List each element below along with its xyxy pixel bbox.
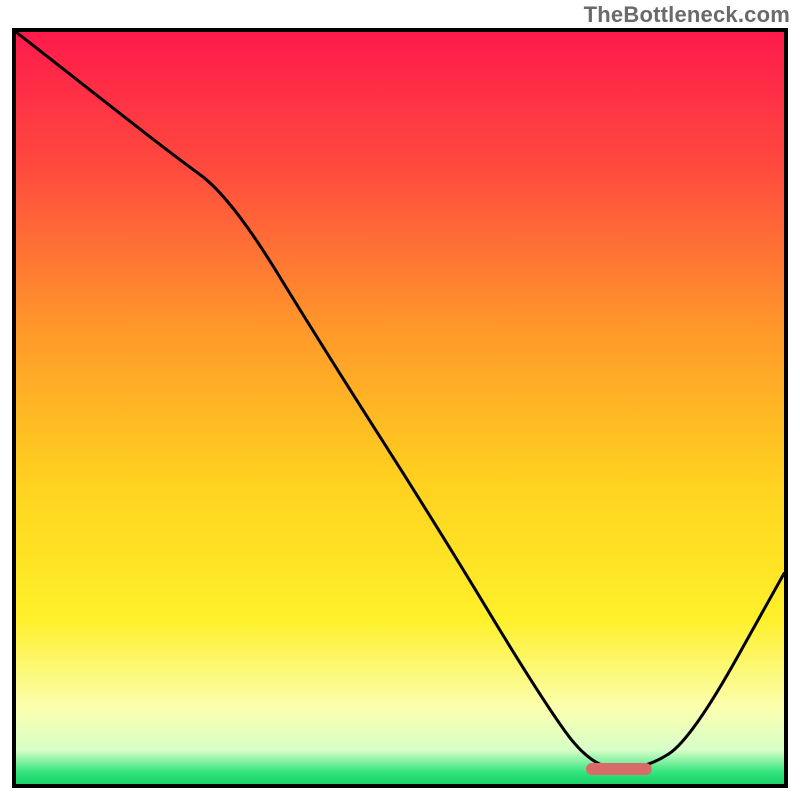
gradient-fill xyxy=(16,32,784,784)
attribution-text: TheBottleneck.com xyxy=(584,2,790,28)
chart-frame: TheBottleneck.com xyxy=(0,0,800,800)
plot-border xyxy=(12,28,788,788)
plot-svg xyxy=(16,32,784,784)
